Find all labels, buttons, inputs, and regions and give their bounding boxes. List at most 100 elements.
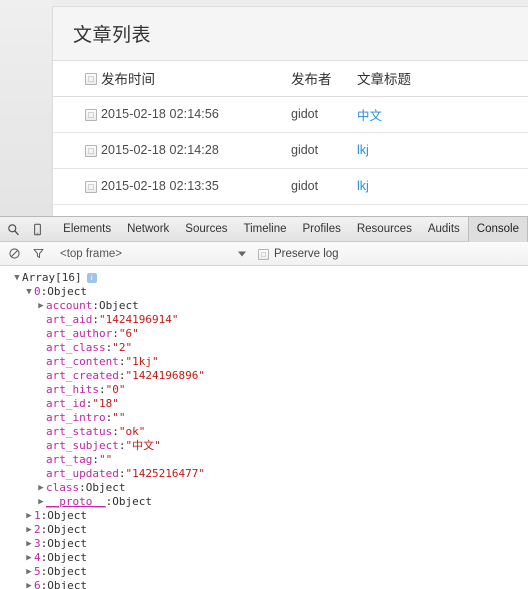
execution-context-selector[interactable]: <top frame> (60, 248, 122, 260)
article-table-head: 发布时间 发布者 文章标题 (53, 61, 528, 97)
table-row: 2015-02-18 02:14:56 gidot 中文 (53, 96, 528, 133)
expand-triangle-icon[interactable] (36, 299, 46, 313)
console-token: : (85, 397, 93, 410)
console-token: : (105, 495, 113, 508)
article-table: 发布时间 发布者 文章标题 2015-02-18 02:14:56 gidot 中文… (53, 61, 528, 205)
console-tree-line[interactable]: Array[16] (0, 271, 528, 285)
console-token: art_status (46, 425, 113, 438)
console-token: Object (47, 551, 87, 564)
console-token: "1424196914" (98, 313, 179, 326)
console-tree-line[interactable]: 6: Object (0, 579, 528, 589)
article-title-link[interactable]: lkj (357, 179, 369, 193)
cell-publisher: gidot (291, 96, 357, 133)
console-tree-line[interactable]: art_id: "18" (0, 397, 528, 411)
console-tree-line[interactable]: art_class: "2" (0, 341, 528, 355)
expand-triangle-icon[interactable] (24, 551, 34, 565)
row-select-cell (53, 132, 101, 169)
info-badge-icon[interactable] (86, 272, 97, 283)
tab-network[interactable]: Network (119, 217, 177, 242)
header-publisher[interactable]: 发布者 (291, 61, 357, 97)
row-select-cell (53, 168, 101, 205)
preserve-log-checkbox[interactable] (258, 248, 269, 260)
tab-console[interactable]: Console (467, 216, 528, 242)
chevron-down-icon[interactable] (238, 251, 246, 256)
console-tree-line[interactable]: class: Object (0, 481, 528, 495)
expand-triangle-icon[interactable] (36, 481, 46, 495)
console-tree-line[interactable]: art_created: "1424196896" (0, 369, 528, 383)
collapse-triangle-icon[interactable] (24, 285, 34, 299)
console-token: Object (47, 579, 87, 589)
console-tree-line[interactable]: 5: Object (0, 565, 528, 579)
filter-funnel-icon[interactable] (26, 242, 50, 266)
console-tree-line[interactable]: art_aid: "1424196914" (0, 313, 528, 327)
expand-triangle-icon[interactable] (24, 523, 34, 537)
web-page-area: 文章列表 发布时间 发布者 文章标题 2015-02-18 02:14:56 gi… (0, 0, 528, 216)
console-tree-line[interactable]: 0: Object (0, 285, 528, 299)
console-tree-line[interactable]: 2: Object (0, 523, 528, 537)
console-token: : (118, 467, 126, 480)
console-token: "1kj" (125, 355, 159, 368)
console-tree-line[interactable]: art_status: "ok" (0, 425, 528, 439)
console-token: : (92, 313, 99, 326)
row-checkbox[interactable] (85, 180, 97, 193)
console-token: : (40, 579, 48, 589)
console-token: __proto__ (46, 495, 106, 508)
tab-audits[interactable]: Audits (420, 217, 468, 242)
console-tree-line[interactable]: art_author: "6" (0, 327, 528, 341)
console-tree-line[interactable]: 3: Object (0, 537, 528, 551)
console-token: : (92, 453, 99, 466)
console-token: art_author (46, 327, 113, 340)
console-token: art_id (46, 397, 86, 410)
devtools-tab-list: Elements Network Sources Timeline Profiles Re… (55, 216, 528, 242)
console-token: : (112, 425, 119, 438)
expand-triangle-icon[interactable] (24, 579, 34, 589)
console-token: 5 (34, 565, 41, 578)
inspect-element-icon[interactable] (2, 217, 26, 241)
tab-resources[interactable]: Resources (349, 217, 420, 242)
article-title-link[interactable]: lkj (357, 143, 369, 157)
table-header-row: 发布时间 发布者 文章标题 (53, 61, 528, 97)
header-article-title[interactable]: 文章标题 (357, 61, 528, 97)
console-tree-line[interactable]: 4: Object (0, 551, 528, 565)
console-token: "0" (105, 383, 126, 396)
device-toggle-icon[interactable] (26, 217, 50, 241)
collapse-triangle-icon[interactable] (12, 271, 22, 285)
console-token: "" (112, 411, 126, 424)
console-tree-line[interactable]: account: Object (0, 299, 528, 313)
tab-profiles[interactable]: Profiles (295, 217, 349, 242)
expand-triangle-icon[interactable] (24, 565, 34, 579)
console-token: art_content (46, 355, 119, 368)
select-all-checkbox[interactable] (85, 73, 97, 86)
console-tree-line[interactable]: art_tag: "" (0, 453, 528, 467)
tab-elements[interactable]: Elements (55, 217, 119, 242)
tab-timeline[interactable]: Timeline (235, 217, 294, 242)
console-token: "2" (112, 341, 133, 354)
console-tree-line[interactable]: art_hits: "0" (0, 383, 528, 397)
expand-triangle-icon[interactable] (24, 509, 34, 523)
preserve-log-control[interactable]: Preserve log (258, 242, 339, 266)
console-token: : (79, 481, 86, 494)
cell-publisher: gidot (291, 168, 357, 205)
tab-sources[interactable]: Sources (177, 217, 235, 242)
console-tree-line[interactable]: 1: Object (0, 509, 528, 523)
console-token: class (46, 481, 80, 494)
expand-triangle-icon[interactable] (36, 495, 46, 509)
console-tree-line[interactable]: art_content: "1kj" (0, 355, 528, 369)
expand-triangle-icon[interactable] (24, 537, 34, 551)
console-tree-line[interactable]: art_subject: "中文" (0, 439, 528, 453)
console-tree-line[interactable]: art_updated: "1425216477" (0, 467, 528, 481)
console-token: Object (47, 285, 87, 298)
console-tree-line[interactable]: __proto__: Object (0, 495, 528, 509)
row-checkbox[interactable] (85, 144, 97, 157)
console-tree-line[interactable]: art_intro: "" (0, 411, 528, 425)
console-token: : (40, 523, 48, 536)
row-checkbox[interactable] (85, 108, 97, 121)
console-token: "1424196896" (125, 369, 205, 382)
clear-console-icon[interactable] (2, 242, 26, 266)
article-title-link[interactable]: 中文 (357, 109, 382, 123)
header-publish-time[interactable]: 发布时间 (101, 61, 291, 97)
console-output[interactable]: Array[16]0: Objectaccount: Objectart_aid… (0, 267, 528, 589)
console-token: : (105, 411, 113, 424)
table-row: 2015-02-18 02:14:28 gidot lkj (53, 132, 528, 169)
console-token: 6 (34, 579, 41, 589)
